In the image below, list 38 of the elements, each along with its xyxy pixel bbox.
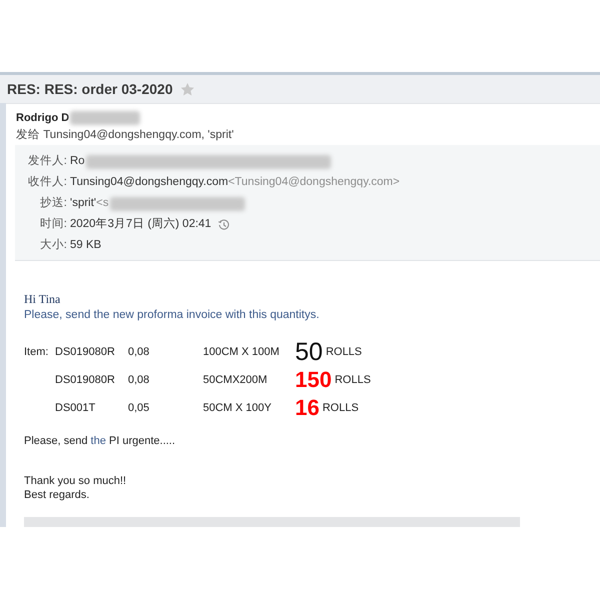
history-clock-icon[interactable] [218, 218, 230, 230]
detail-label: 抄送: [38, 196, 67, 211]
detail-address: <Tunsing04@dongshengqy.com> [228, 174, 400, 190]
sign-off-line: Thank you so much!! [24, 474, 128, 488]
item-unit: ROLLS [334, 372, 371, 388]
greeting: Hi Tina [24, 291, 62, 307]
item-size: 50CM X 100Y [203, 400, 272, 416]
item-size: 100CM X 100M [203, 344, 280, 360]
detail-value[interactable]: 'sprit' [70, 194, 96, 212]
detail-value: Ro [70, 154, 85, 169]
item-unit: ROLLS [322, 400, 359, 416]
sign-off-line: Best regards. [24, 488, 90, 502]
detail-value: 2020年3月7日 (周六) 02:41 [70, 216, 212, 232]
item-code: DS001T [55, 400, 96, 416]
detail-label: 大小: [38, 238, 67, 253]
item-thickness: 0,05 [128, 400, 150, 416]
item-thickness: 0,08 [128, 344, 150, 360]
detail-label: 发件人: [26, 154, 67, 169]
item-thickness: 0,08 [128, 372, 150, 388]
item-label: Item: [24, 346, 48, 358]
recipients-line: 发给 Tunsing04@dongshengqy.com, 'sprit' [16, 128, 234, 144]
sender-name: Rodrigo D [16, 110, 70, 126]
item-quantity: 16 [295, 395, 320, 421]
detail-label: 时间: [38, 216, 67, 232]
urgent-request-text: Please, send the PI urgente..... [24, 434, 176, 449]
item-quantity: 50 [295, 339, 323, 365]
item-code: DS019080R [55, 344, 116, 360]
detail-value[interactable]: Tunsing04@dongshengqy.com [70, 174, 228, 192]
email-subject: RES: RES: order 03-2020 [7, 80, 173, 98]
intro-text: Please, send the new proforma invoice with this quantitys. [24, 308, 320, 323]
item-size: 50CMX200M [203, 372, 268, 388]
detail-value: 59 KB [70, 238, 102, 253]
item-quantity: 150 [295, 367, 332, 393]
item-code: DS019080R [55, 372, 116, 388]
item-unit: ROLLS [326, 344, 362, 360]
detail-label: 收件人: [26, 174, 67, 190]
detail-address: <s [96, 196, 109, 211]
star-icon[interactable] [180, 82, 195, 96]
